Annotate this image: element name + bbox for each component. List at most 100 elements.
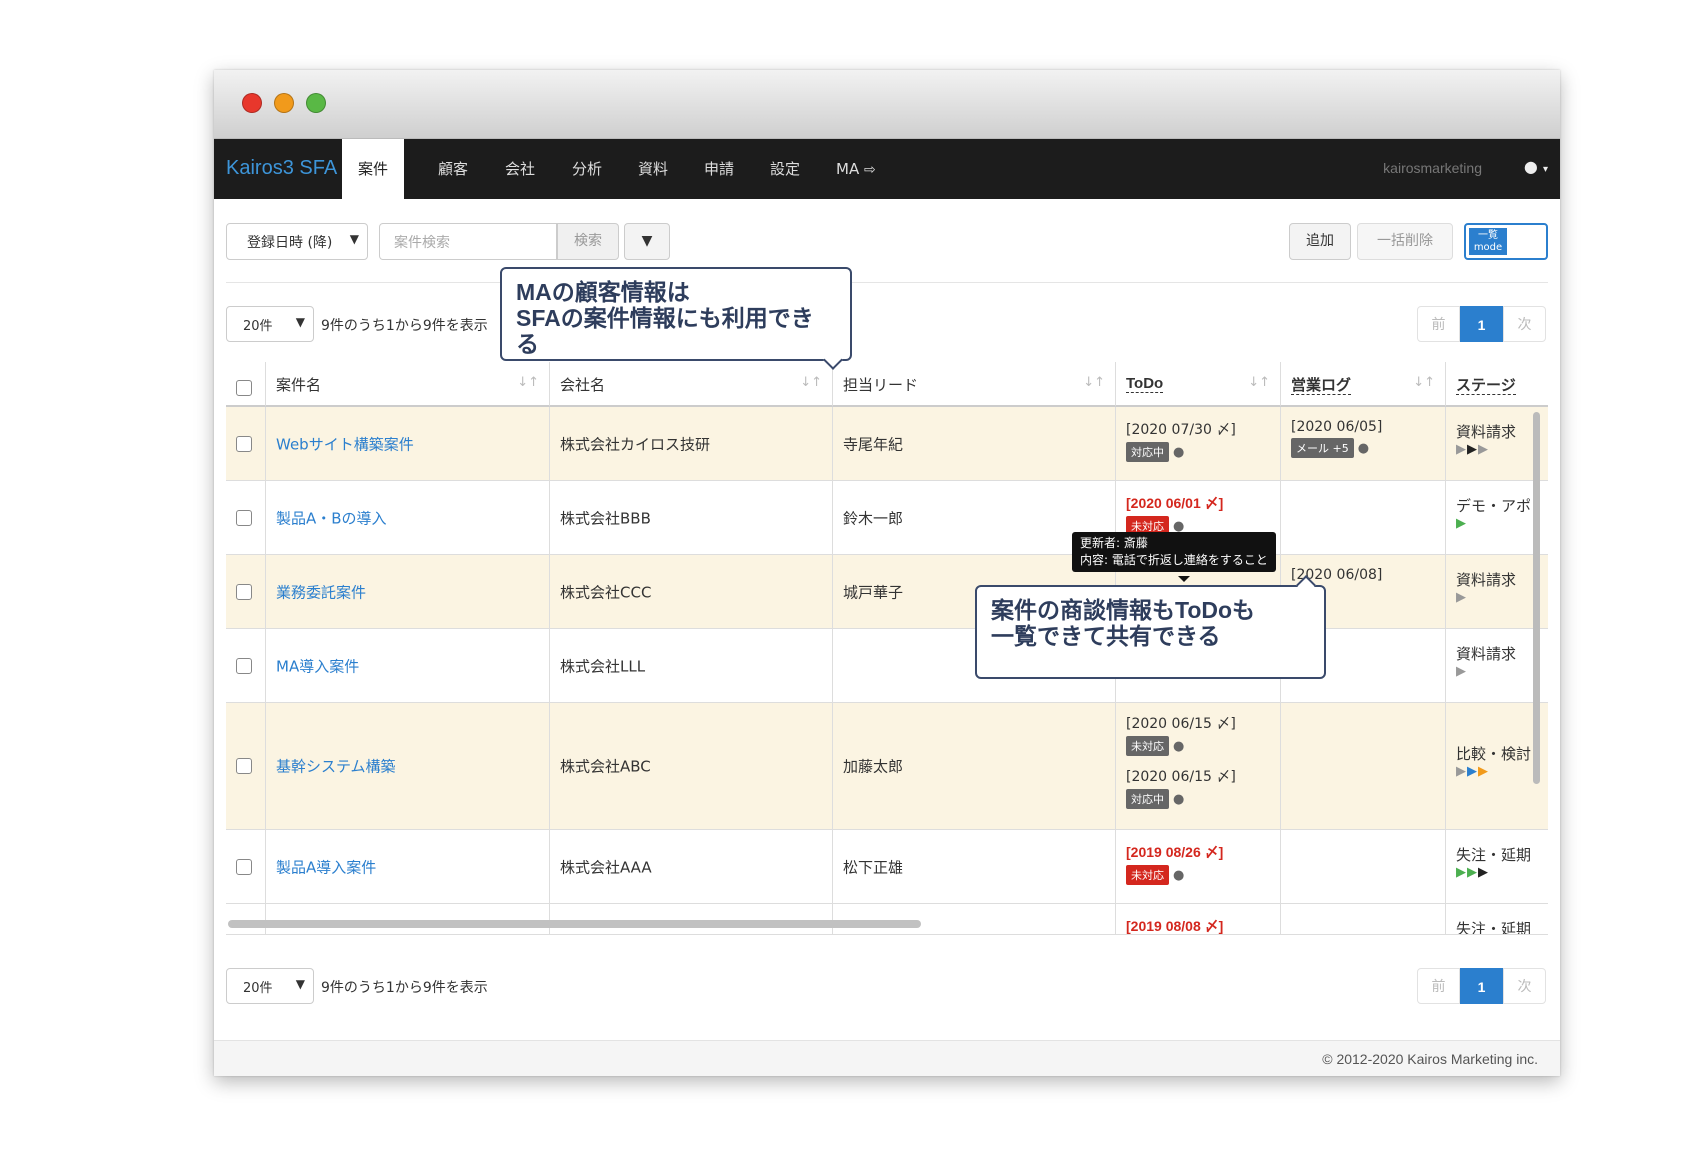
lead-cell: 鈴木一郎: [843, 509, 904, 527]
table-row[interactable]: 製品A導入案件 株式会社AAA 松下正雄 [2019 08/26 〆] 未対応 ●…: [226, 830, 1548, 904]
table-row[interactable]: Webサイト構築案件 株式会社カイロス技研 寺尾年紀 [2020 07/30 〆…: [226, 407, 1548, 481]
nav-deals[interactable]: 案件: [342, 139, 405, 199]
table-row[interactable]: MA導入案件 株式会社LLL 資料請求 ▶: [226, 629, 1548, 703]
horizontal-scrollbar[interactable]: [228, 920, 921, 928]
stage-progress-icon: ▶▶▶: [1456, 865, 1489, 880]
header-lead-label: 担当リード: [843, 376, 919, 394]
sort-select-value: 登録日時 (降): [247, 235, 333, 251]
todo-date[interactable]: [2020 07/30 〆]: [1126, 419, 1236, 439]
todo-date[interactable]: [2019 08/26 〆]: [1126, 842, 1223, 862]
minimize-window-icon[interactable]: [274, 93, 294, 113]
nav-companies[interactable]: 会社: [505, 139, 535, 199]
company-cell: 株式会社カイロス技研: [560, 435, 711, 453]
nav-analysis[interactable]: 分析: [572, 139, 602, 199]
row-checkbox[interactable]: [236, 583, 252, 600]
page-size-select-bottom[interactable]: 20件 ▼: [226, 968, 314, 1004]
table-row[interactable]: 基幹システム構築 株式会社ABC 加藤太郎 [2020 06/15 〆] 未対応…: [226, 703, 1548, 830]
deal-link[interactable]: 製品A導入案件: [276, 858, 376, 876]
add-button[interactable]: 追加: [1289, 223, 1351, 260]
select-all-checkbox[interactable]: [236, 380, 252, 396]
next-page-button[interactable]: 次: [1503, 306, 1546, 342]
app-window: Kairos3 SFA 案件 顧客 会社 分析 資料 申請 設定 MA ⇨ ka…: [214, 70, 1560, 1076]
paging-info-bottom: 9件のうち1から9件を表示: [321, 980, 488, 996]
callout-ma-line2: SFAの案件情報にも利用できる: [516, 305, 814, 357]
header-log-label: 営業ログ: [1291, 377, 1352, 395]
header-sales-log[interactable]: 営業ログ ↓↑: [1281, 362, 1446, 407]
copyright-text: © 2012-2020 Kairos Marketing inc.: [1322, 1051, 1538, 1067]
log-date[interactable]: [2020 06/05]: [1291, 419, 1382, 435]
todo-tooltip: 更新者: 斎藤 内容: 電話で折返し連絡をすること: [1072, 532, 1276, 572]
todo-date[interactable]: [2020 06/15 〆]: [1126, 766, 1236, 786]
stage-progress-icon: ▶: [1456, 516, 1467, 531]
header-stage[interactable]: ステージ: [1446, 362, 1548, 407]
chevron-down-icon: ▼: [349, 232, 359, 246]
prev-page-button[interactable]: 前: [1417, 968, 1460, 1004]
sort-icon[interactable]: ↓↑: [1083, 375, 1105, 390]
list-mode-toggle[interactable]: 一覧 mode: [1464, 223, 1548, 260]
toolbar-divider: [226, 282, 1548, 283]
lead-cell: 加藤太郎: [843, 757, 904, 776]
deal-search-input[interactable]: 案件検索: [379, 223, 557, 260]
todo-date[interactable]: [2019 08/08 〆]: [1126, 916, 1223, 934]
bulk-delete-button[interactable]: 一括削除: [1357, 223, 1453, 260]
stage-label: 失注・延期: [1456, 920, 1532, 935]
pagination-bottom: 前 1 次: [1417, 968, 1548, 1004]
close-window-icon[interactable]: [242, 93, 262, 113]
user-menu-button[interactable]: ● ▾: [1524, 157, 1548, 176]
table-row[interactable]: 製品A・Bの導入 株式会社BBB 鈴木一郎 [2020 06/01 〆] 未対応…: [226, 481, 1548, 555]
company-cell: 株式会社BBB: [560, 509, 651, 527]
brand-logo[interactable]: Kairos3 SFA: [226, 157, 337, 180]
row-checkbox[interactable]: [236, 858, 252, 875]
next-page-button[interactable]: 次: [1503, 968, 1546, 1004]
nav-ma[interactable]: MA ⇨: [836, 139, 876, 199]
row-checkbox[interactable]: [236, 758, 252, 774]
todo-date[interactable]: [2020 06/15 〆]: [1126, 713, 1236, 733]
nav-settings[interactable]: 設定: [770, 139, 800, 199]
sort-icon[interactable]: ↓↑: [800, 375, 822, 390]
page-size-select-top[interactable]: 20件 ▼: [226, 306, 314, 342]
search-button[interactable]: 検索: [557, 223, 619, 260]
stage-progress-icon: ▶▶▶: [1456, 764, 1489, 779]
mode-label-top: 一覧: [1478, 230, 1498, 241]
company-cell: 株式会社AAA: [560, 858, 652, 876]
deal-link[interactable]: Webサイト構築案件: [276, 435, 414, 453]
deal-link[interactable]: 業務委託案件: [276, 583, 366, 601]
current-page-button[interactable]: 1: [1460, 306, 1503, 342]
todo-date[interactable]: [2020 06/01 〆]: [1126, 493, 1223, 513]
row-checkbox[interactable]: [236, 657, 252, 674]
nav-documents[interactable]: 資料: [638, 139, 668, 199]
stage-progress-icon: ▶: [1456, 590, 1467, 605]
row-checkbox[interactable]: [236, 509, 252, 526]
prev-page-button[interactable]: 前: [1417, 306, 1460, 342]
row-checkbox[interactable]: [236, 435, 252, 452]
stage-label: 比較・検討: [1456, 745, 1532, 763]
stage-label: デモ・アポ: [1456, 497, 1532, 515]
filter-button[interactable]: ▼: [624, 223, 670, 260]
username-label: kairosmarketing: [1383, 160, 1482, 176]
header-todo[interactable]: ToDo ↓↑: [1116, 362, 1281, 407]
table-row[interactable]: 業務委託案件 株式会社CCC 城戸華子 [2020 06/08] 0● 資料請求…: [226, 555, 1548, 629]
maximize-window-icon[interactable]: [306, 93, 326, 113]
sort-icon[interactable]: ↓↑: [1248, 375, 1270, 390]
nav-customers[interactable]: 顧客: [438, 139, 468, 199]
deal-link[interactable]: MA導入案件: [276, 657, 359, 675]
caret-down-icon: ▾: [1542, 164, 1548, 175]
sort-icon[interactable]: ↓↑: [517, 375, 539, 390]
header-company[interactable]: 会社名 ↓↑: [550, 362, 833, 407]
mode-label-bottom: mode: [1473, 242, 1503, 253]
page-size-value: 20件: [243, 981, 273, 996]
company-cell: 株式会社ABC: [560, 757, 651, 776]
stage-label: 失注・延期: [1456, 846, 1532, 864]
header-deal-name[interactable]: 案件名 ↓↑: [266, 362, 550, 407]
deal-link[interactable]: 製品A・Bの導入: [276, 509, 387, 527]
deal-link[interactable]: 基幹システム構築: [276, 758, 396, 776]
current-page-button[interactable]: 1: [1460, 968, 1503, 1004]
page-footer: © 2012-2020 Kairos Marketing inc.: [214, 1040, 1560, 1076]
vertical-scrollbar[interactable]: [1533, 412, 1540, 784]
nav-applications[interactable]: 申請: [704, 139, 734, 199]
stage-label: 資料請求: [1456, 645, 1517, 663]
sort-select[interactable]: 登録日時 (降) ▼: [226, 223, 368, 260]
todo-status-badge: 未対応: [1126, 865, 1169, 885]
header-lead[interactable]: 担当リード ↓↑: [833, 362, 1116, 407]
sort-icon[interactable]: ↓↑: [1413, 375, 1435, 390]
